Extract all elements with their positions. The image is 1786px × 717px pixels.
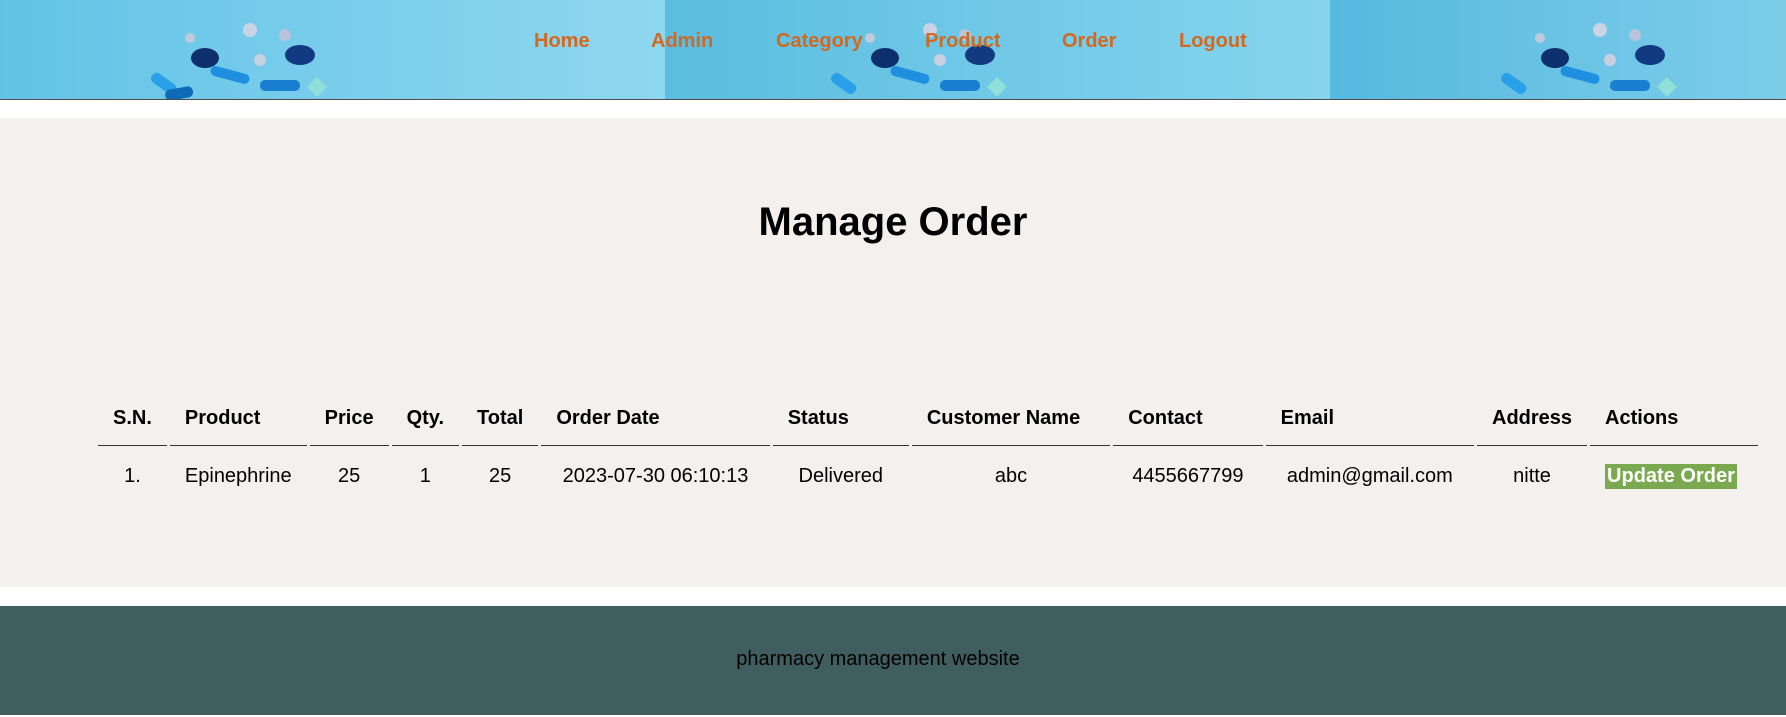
column-header-customer-name: Customer Name — [911, 391, 1111, 446]
cell-price: 25 — [338, 464, 361, 487]
table-row: 1. Epinephrine 25 1 25 2023-07-30 06:10:… — [98, 446, 1758, 506]
cell-order-date: 2023-07-30 06:10:13 — [562, 464, 749, 487]
cell-actions: Update Order — [1590, 446, 1758, 506]
status-badge: Delivered — [798, 464, 883, 487]
page-title: Manage Order — [758, 200, 1028, 244]
main-nav: Home Admin Category Product Order Logout — [0, 30, 1786, 60]
cell-product: Epinephrine — [184, 464, 292, 487]
column-header-email: Email — [1265, 391, 1475, 446]
cell-email: admin@gmail.com — [1286, 464, 1453, 487]
header-banner: Home Admin Category Product Order Logout — [0, 0, 1786, 100]
footer-text: pharmacy management website — [736, 648, 1020, 670]
cell-address: nitte — [1513, 464, 1551, 487]
nav-product-link[interactable]: Product — [925, 30, 1001, 53]
column-header-address: Address — [1477, 391, 1588, 446]
nav-order-link[interactable]: Order — [1062, 30, 1116, 53]
column-header-actions: Actions — [1590, 391, 1759, 446]
column-header-sn: S.N. — [98, 391, 167, 446]
cell-contact: 4455667799 — [1132, 464, 1244, 487]
cell-customer-name: abc — [994, 464, 1028, 487]
column-header-total: Total — [462, 391, 539, 446]
footer: pharmacy management website — [0, 606, 1786, 715]
orders-table: S.N. Product Price Qty. Total Order Date… — [95, 391, 1761, 506]
update-order-button[interactable]: Update Order — [1605, 463, 1737, 489]
column-header-order-date: Order Date — [541, 391, 770, 446]
cell-total: 25 — [489, 464, 512, 487]
column-header-contact: Contact — [1113, 391, 1263, 446]
nav-category-link[interactable]: Category — [776, 30, 863, 53]
table-header-row: S.N. Product Price Qty. Total Order Date… — [98, 391, 1759, 446]
column-header-price: Price — [309, 391, 389, 446]
cell-sn: 1. — [124, 464, 141, 487]
nav-admin-link[interactable]: Admin — [651, 30, 713, 53]
column-header-qty: Qty. — [391, 391, 460, 446]
cell-qty: 1 — [419, 464, 431, 487]
nav-home-link[interactable]: Home — [534, 30, 590, 53]
column-header-status: Status — [772, 391, 909, 446]
column-header-product: Product — [169, 391, 307, 446]
main-content: Manage Order S.N. Product Price Qty. Tot… — [0, 118, 1786, 587]
nav-logout-link[interactable]: Logout — [1179, 30, 1247, 53]
